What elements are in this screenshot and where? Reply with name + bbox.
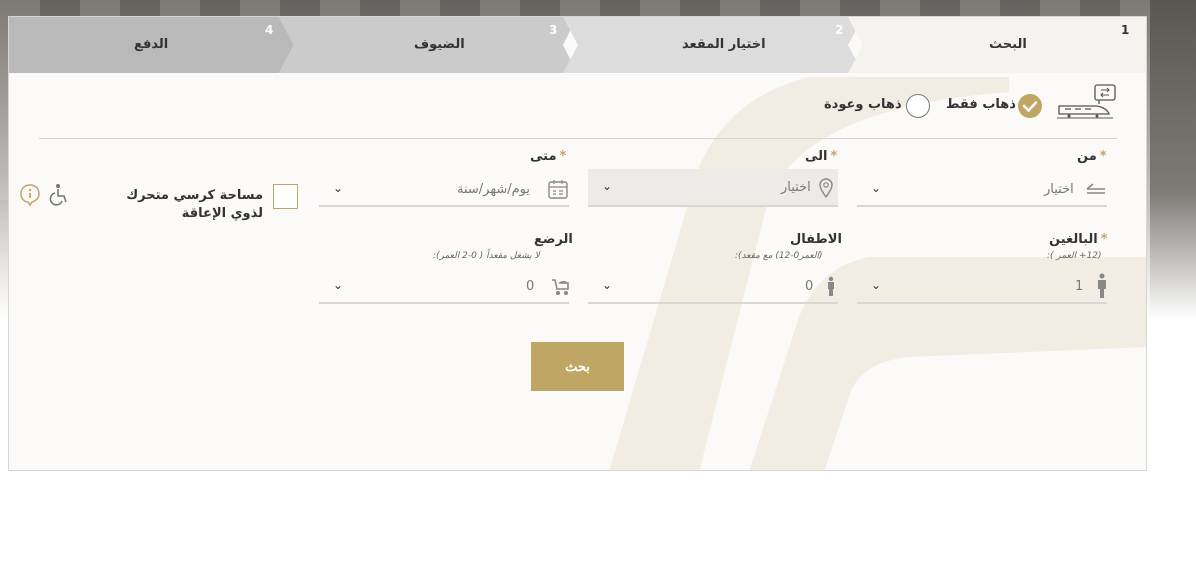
step-number: 3 [549,23,558,37]
train-icon [1057,84,1116,119]
required-mark: * [1099,149,1107,164]
step-search[interactable]: 1 البحث [848,17,1146,73]
chevron-down-icon: ⌄ [871,278,882,292]
chevron-down-icon: ⌄ [871,181,882,195]
location-pin-icon [819,178,833,199]
when-label: *متى [530,149,566,164]
required-mark: * [830,149,838,164]
booking-panel: 4 الدفع 3 الضيوف 2 اختيار المقعد 1 البحث [8,16,1147,471]
step-label: اختيار المقعد [682,37,766,52]
divider [39,138,1117,139]
children-value: 0 [805,279,814,294]
chevron-down-icon: ⌄ [333,181,344,195]
steps-bar: 4 الدفع 3 الضيوف 2 اختيار المقعد 1 البحث [9,17,1146,73]
to-value: اختيار [781,180,811,195]
to-label-text: الى [805,149,828,164]
round-trip-radio[interactable] [906,94,930,118]
step-label: الدفع [134,37,169,52]
from-value: اختيار [1044,182,1074,197]
one-way-radio[interactable] [1018,94,1042,118]
wheelchair-label[interactable]: مساحة كرسي متحرك لذوي الإعاقة [101,187,263,223]
arrow-left-icon [1086,183,1105,194]
adults-label-text: البالغين [1049,232,1098,247]
step-number: 1 [1121,23,1130,37]
step-seat-selection[interactable]: 2 اختيار المقعد [563,17,863,73]
children-select[interactable]: ⌄ 0 [588,270,838,304]
children-age-note: (العمر0-12) مع مقعد): [735,251,823,261]
one-way-label[interactable]: ذهاب فقط [946,97,1016,112]
chevron-down-icon: ⌄ [602,278,613,292]
check-icon [1022,101,1038,113]
child-icon [828,276,834,296]
infants-age-note: لا يشغل مقعداً ( 0-2 العمر): [433,251,540,261]
step-payment[interactable]: 4 الدفع [9,17,304,73]
required-mark: * [1100,232,1108,247]
to-select[interactable]: ⌄ اختيار [588,169,838,207]
stroller-icon [552,279,569,295]
step-number: 2 [835,23,844,37]
to-label: *الى [805,149,837,164]
when-label-text: متى [530,149,557,164]
infants-label: الرضع [534,232,573,247]
adults-value: 1 [1075,279,1084,294]
wheelchair-checkbox[interactable] [273,184,298,209]
from-label: *من [1077,149,1107,164]
adult-icon [1098,273,1106,298]
chevron-down-icon: ⌄ [602,179,613,193]
required-mark: * [559,149,567,164]
background-swoosh [609,77,1146,470]
date-placeholder: يوم/شهر/سنة [457,182,530,197]
infants-value: 0 [526,279,535,294]
adults-label: *البالغين [1049,232,1108,247]
chevron-down-icon: ⌄ [333,278,344,292]
info-icon[interactable] [19,183,41,207]
from-label-text: من [1077,149,1097,164]
infants-select[interactable]: ⌄ 0 [319,270,569,304]
step-guests[interactable]: 3 الضيوف [279,17,589,73]
round-trip-label[interactable]: ذهاب وعودة [824,97,902,112]
children-label: الاطفال [790,232,842,247]
date-input[interactable]: ⌄ يوم/شهر/سنة [319,173,569,207]
step-label: البحث [989,37,1027,52]
step-label: الضيوف [414,37,465,52]
wheelchair-icon [49,184,67,206]
step-number: 4 [265,23,274,37]
calendar-icon [548,180,568,199]
search-button[interactable]: بحث [531,342,624,391]
adults-select[interactable]: ⌄ 1 [857,270,1107,304]
from-select[interactable]: ⌄ اختيار [857,173,1107,207]
adults-age-note: (12+ العمر ): [1047,251,1102,261]
